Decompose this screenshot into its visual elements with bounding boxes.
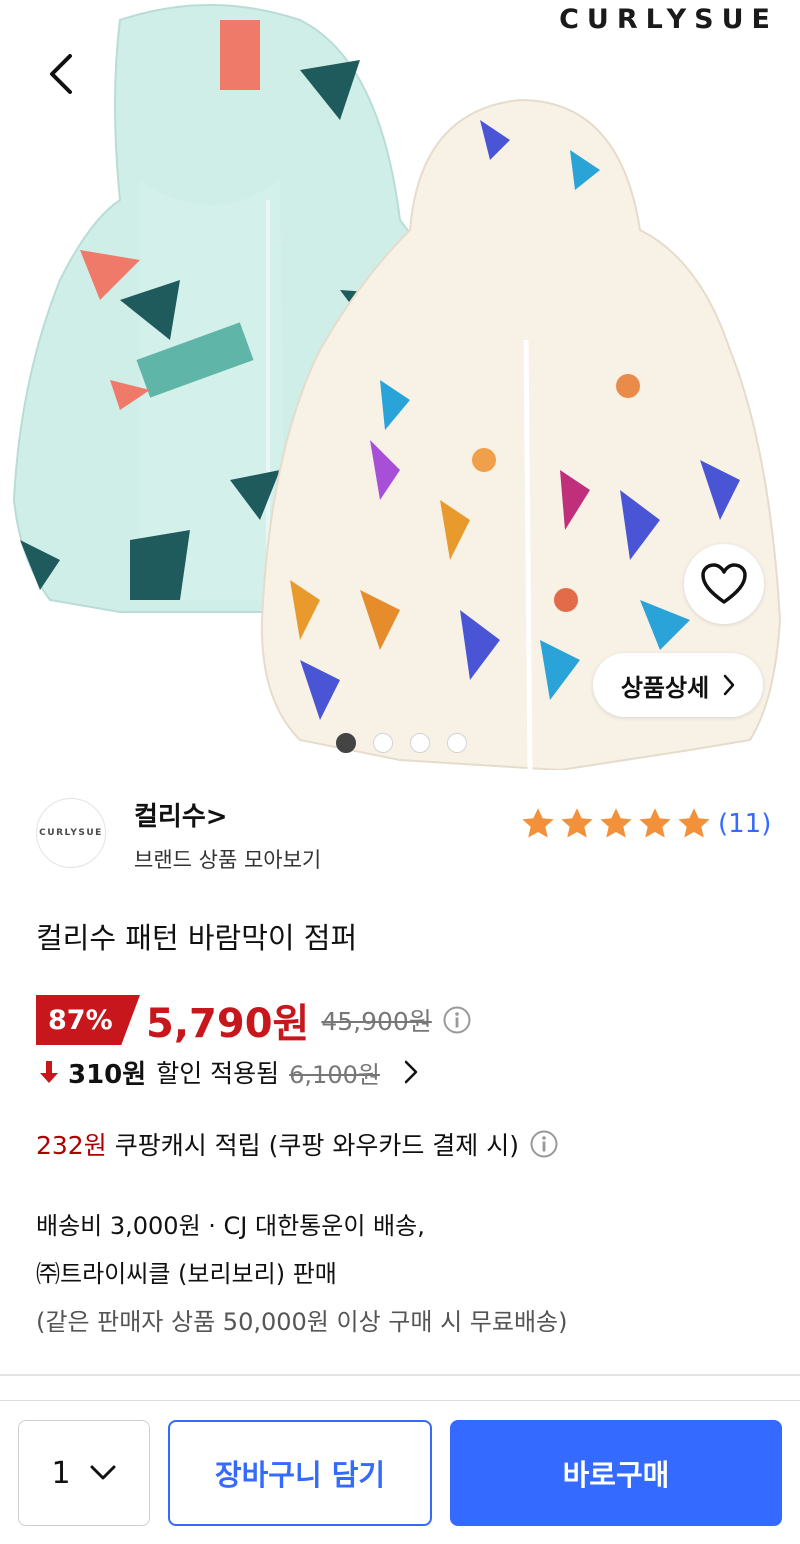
carousel-dot[interactable] <box>410 733 430 753</box>
brand-logo-text: CURLYSUE <box>39 828 103 838</box>
original-price: 45,900원 <box>321 1007 432 1036</box>
star-icon <box>561 808 593 838</box>
cash-reward-row: 232원 쿠팡캐시 적립 (쿠팡 와우카드 결제 시) <box>36 1124 559 1164</box>
carousel-dot[interactable] <box>373 733 393 753</box>
arrow-down-icon <box>40 1061 58 1083</box>
discount-badge: 87% <box>36 995 140 1045</box>
brand-products-link[interactable]: 브랜드 상품 모아보기 <box>134 844 321 874</box>
rating-summary[interactable]: (11) <box>520 806 771 842</box>
star-icon <box>678 808 710 838</box>
star-icon <box>522 808 554 838</box>
cash-amount: 232원 <box>36 1131 107 1160</box>
product-title: 컬리수 패턴 바람막이 점퍼 <box>36 921 358 955</box>
rating-count[interactable]: (11) <box>718 809 771 839</box>
info-circle-icon[interactable] <box>529 1129 559 1159</box>
coupon-text: 할인 적용됨 <box>156 1059 280 1088</box>
star-icon <box>600 808 632 838</box>
product-detail-button[interactable]: 상품상세 <box>593 653 763 717</box>
quantity-value: 1 <box>51 1455 71 1491</box>
chevron-down-icon <box>90 1465 116 1480</box>
seller-text: ㈜트라이씨클 (보리보리) 판매 <box>36 1260 337 1288</box>
chevron-right-icon <box>404 1060 418 1084</box>
shipping-fee-text: 배송비 3,000원 · CJ 대한통운이 배송, <box>36 1212 425 1240</box>
product-image-carousel[interactable]: CURLYSUE 상품상세 <box>0 0 800 770</box>
price-row: 87% 5,790원 45,900원 <box>36 994 472 1047</box>
bottom-bar-divider <box>0 1400 800 1401</box>
coupon-original-price: 6,100원 <box>289 1060 380 1089</box>
brand-logo[interactable]: CURLYSUE <box>36 798 106 868</box>
brand-name-link[interactable]: 컬리수> <box>134 796 228 833</box>
heart-icon <box>701 563 747 604</box>
carousel-dot[interactable] <box>447 733 467 753</box>
info-circle-icon[interactable] <box>442 1005 472 1035</box>
back-button[interactable] <box>36 46 86 102</box>
carousel-dot[interactable] <box>336 733 356 753</box>
section-divider <box>0 1374 800 1376</box>
coupon-discount-row[interactable]: 310원 할인 적용됨 6,100원 <box>36 1052 422 1092</box>
coupon-amount: 310원 <box>68 1059 147 1090</box>
chevron-left-icon <box>50 54 72 94</box>
cash-text: 쿠팡캐시 적립 (쿠팡 와우카드 결제 시) <box>114 1131 519 1160</box>
wishlist-button[interactable] <box>684 544 764 624</box>
chevron-right-icon <box>723 674 735 696</box>
buy-now-button[interactable]: 바로구매 <box>450 1420 782 1526</box>
quantity-select[interactable]: 1 <box>18 1420 150 1526</box>
rating-stars <box>520 806 712 842</box>
product-detail-label: 상품상세 <box>620 673 710 702</box>
carousel-indicator <box>336 733 467 753</box>
brand-wordmark: CURLYSUE <box>559 4 778 35</box>
add-to-cart-button[interactable]: 장바구니 담기 <box>168 1420 432 1526</box>
free-shipping-note: (같은 판매자 상품 50,000원 이상 구매 시 무료배송) <box>36 1308 568 1336</box>
sale-price: 5,790원 <box>146 1001 310 1047</box>
star-icon <box>639 808 671 838</box>
